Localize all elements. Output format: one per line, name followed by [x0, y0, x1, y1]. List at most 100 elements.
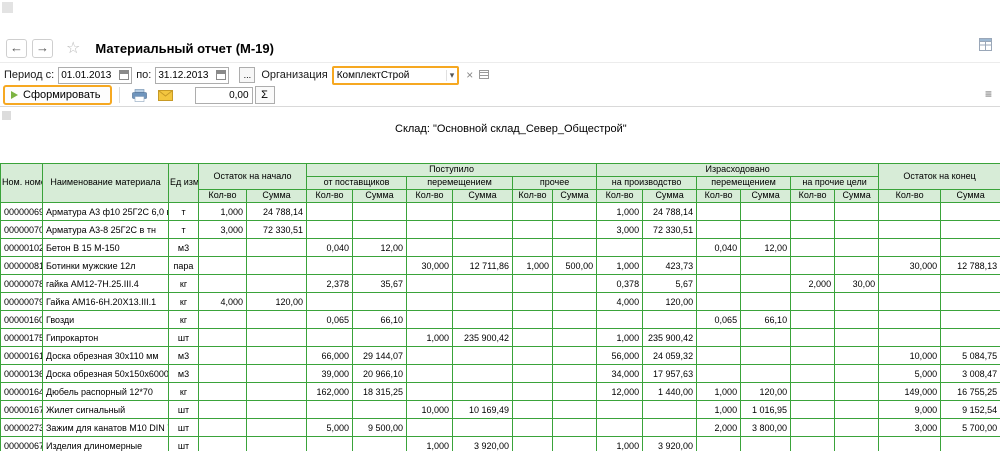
cell-unit[interactable]: шт — [169, 419, 199, 437]
cell-value[interactable] — [741, 221, 791, 239]
cell-value[interactable] — [453, 365, 513, 383]
header-cell[interactable]: Кол-во — [597, 190, 643, 203]
cell-value[interactable] — [247, 311, 307, 329]
cell-value[interactable]: 35,67 — [353, 275, 407, 293]
cell-material-name[interactable]: Гайка АМ16-6Н.20Х13.III.1 — [43, 293, 169, 311]
cell-value[interactable] — [353, 329, 407, 347]
cell-value[interactable] — [553, 383, 597, 401]
cell-value[interactable]: 120,00 — [741, 383, 791, 401]
header-cell[interactable]: Остаток на конец — [879, 164, 1000, 190]
organization-input[interactable] — [334, 68, 446, 82]
cell-unit[interactable]: шт — [169, 437, 199, 451]
cell-value[interactable] — [835, 311, 879, 329]
cell-value[interactable]: 18 315,25 — [353, 383, 407, 401]
cell-value[interactable] — [453, 347, 513, 365]
cell-value[interactable] — [353, 257, 407, 275]
cell-value[interactable] — [307, 437, 353, 451]
cell-value[interactable] — [835, 257, 879, 275]
header-cell[interactable]: Сумма — [835, 190, 879, 203]
cell-value[interactable] — [597, 311, 643, 329]
cell-value[interactable] — [199, 257, 247, 275]
cell-value[interactable] — [513, 203, 553, 221]
cell-value[interactable] — [553, 275, 597, 293]
cell-unit[interactable]: кг — [169, 275, 199, 293]
cell-value[interactable]: 5,000 — [879, 365, 941, 383]
cell-material-name[interactable]: гайка АМ12-7Н.25.III.4 — [43, 275, 169, 293]
cell-value[interactable] — [553, 311, 597, 329]
cell-value[interactable] — [879, 275, 941, 293]
cell-value[interactable]: 2,378 — [307, 275, 353, 293]
cell-value[interactable] — [353, 401, 407, 419]
cell-value[interactable]: 120,00 — [247, 293, 307, 311]
cell-unit[interactable]: т — [169, 203, 199, 221]
amount-input[interactable] — [195, 87, 253, 104]
period-from-input[interactable] — [59, 68, 117, 83]
cell-value[interactable] — [199, 383, 247, 401]
cell-value[interactable] — [941, 437, 1000, 451]
cell-value[interactable]: 500,00 — [553, 257, 597, 275]
cell-value[interactable] — [199, 329, 247, 347]
cell-number[interactable]: 00000164 — [1, 383, 43, 401]
header-cell[interactable]: прочее — [513, 177, 597, 190]
cell-value[interactable] — [741, 203, 791, 221]
cell-value[interactable]: 16 755,25 — [941, 383, 1000, 401]
cell-value[interactable] — [697, 437, 741, 451]
cell-value[interactable] — [307, 293, 353, 311]
cell-value[interactable]: 30,000 — [407, 257, 453, 275]
header-cell[interactable]: перемещением — [407, 177, 513, 190]
header-cell[interactable]: Сумма — [247, 190, 307, 203]
cell-value[interactable] — [553, 329, 597, 347]
header-cell[interactable]: Кол-во — [513, 190, 553, 203]
cell-material-name[interactable]: Изделия длиномерные — [43, 437, 169, 451]
cell-value[interactable]: 2,000 — [697, 419, 741, 437]
cell-value[interactable] — [513, 311, 553, 329]
cell-value[interactable]: 17 957,63 — [643, 365, 697, 383]
cell-value[interactable] — [307, 401, 353, 419]
cell-value[interactable] — [353, 203, 407, 221]
cell-value[interactable]: 3 920,00 — [453, 437, 513, 451]
cell-value[interactable] — [553, 401, 597, 419]
header-cell[interactable]: от поставщиков — [307, 177, 407, 190]
cell-value[interactable] — [697, 329, 741, 347]
period-to-input[interactable] — [156, 68, 214, 83]
header-cell[interactable]: Остаток на начало — [199, 164, 307, 190]
cell-value[interactable] — [941, 239, 1000, 257]
cell-value[interactable] — [597, 239, 643, 257]
cell-value[interactable] — [513, 239, 553, 257]
cell-value[interactable] — [791, 329, 835, 347]
print-icon[interactable] — [130, 86, 150, 104]
cell-value[interactable] — [453, 275, 513, 293]
clear-organization-button[interactable]: × — [466, 68, 473, 82]
cell-value[interactable] — [199, 437, 247, 451]
cell-value[interactable]: 24 059,32 — [643, 347, 697, 365]
cell-value[interactable] — [791, 311, 835, 329]
cell-value[interactable] — [791, 239, 835, 257]
cell-value[interactable] — [879, 239, 941, 257]
cell-value[interactable] — [247, 383, 307, 401]
cell-value[interactable]: 149,000 — [879, 383, 941, 401]
cell-value[interactable] — [247, 275, 307, 293]
cell-value[interactable]: 5,000 — [307, 419, 353, 437]
cell-value[interactable]: 9,000 — [879, 401, 941, 419]
cell-value[interactable]: 10,000 — [407, 401, 453, 419]
cell-value[interactable] — [553, 203, 597, 221]
cell-unit[interactable]: м3 — [169, 239, 199, 257]
cell-value[interactable] — [791, 257, 835, 275]
cell-value[interactable]: 1,000 — [597, 203, 643, 221]
cell-value[interactable]: 3 920,00 — [643, 437, 697, 451]
cell-value[interactable] — [453, 383, 513, 401]
cell-number[interactable]: 00000175 — [1, 329, 43, 347]
cell-value[interactable] — [199, 401, 247, 419]
cell-value[interactable]: 72 330,51 — [643, 221, 697, 239]
cell-value[interactable] — [247, 365, 307, 383]
open-list-icon[interactable] — [479, 68, 489, 82]
cell-number[interactable]: 00000067 — [1, 437, 43, 451]
cell-value[interactable] — [941, 329, 1000, 347]
cell-value[interactable] — [453, 293, 513, 311]
header-cell[interactable]: Кол-во — [697, 190, 741, 203]
header-cell[interactable]: на прочие цели — [791, 177, 879, 190]
cell-value[interactable] — [199, 347, 247, 365]
cell-unit[interactable]: шт — [169, 401, 199, 419]
cell-value[interactable]: 3,000 — [597, 221, 643, 239]
header-cell[interactable]: Кол-во — [791, 190, 835, 203]
